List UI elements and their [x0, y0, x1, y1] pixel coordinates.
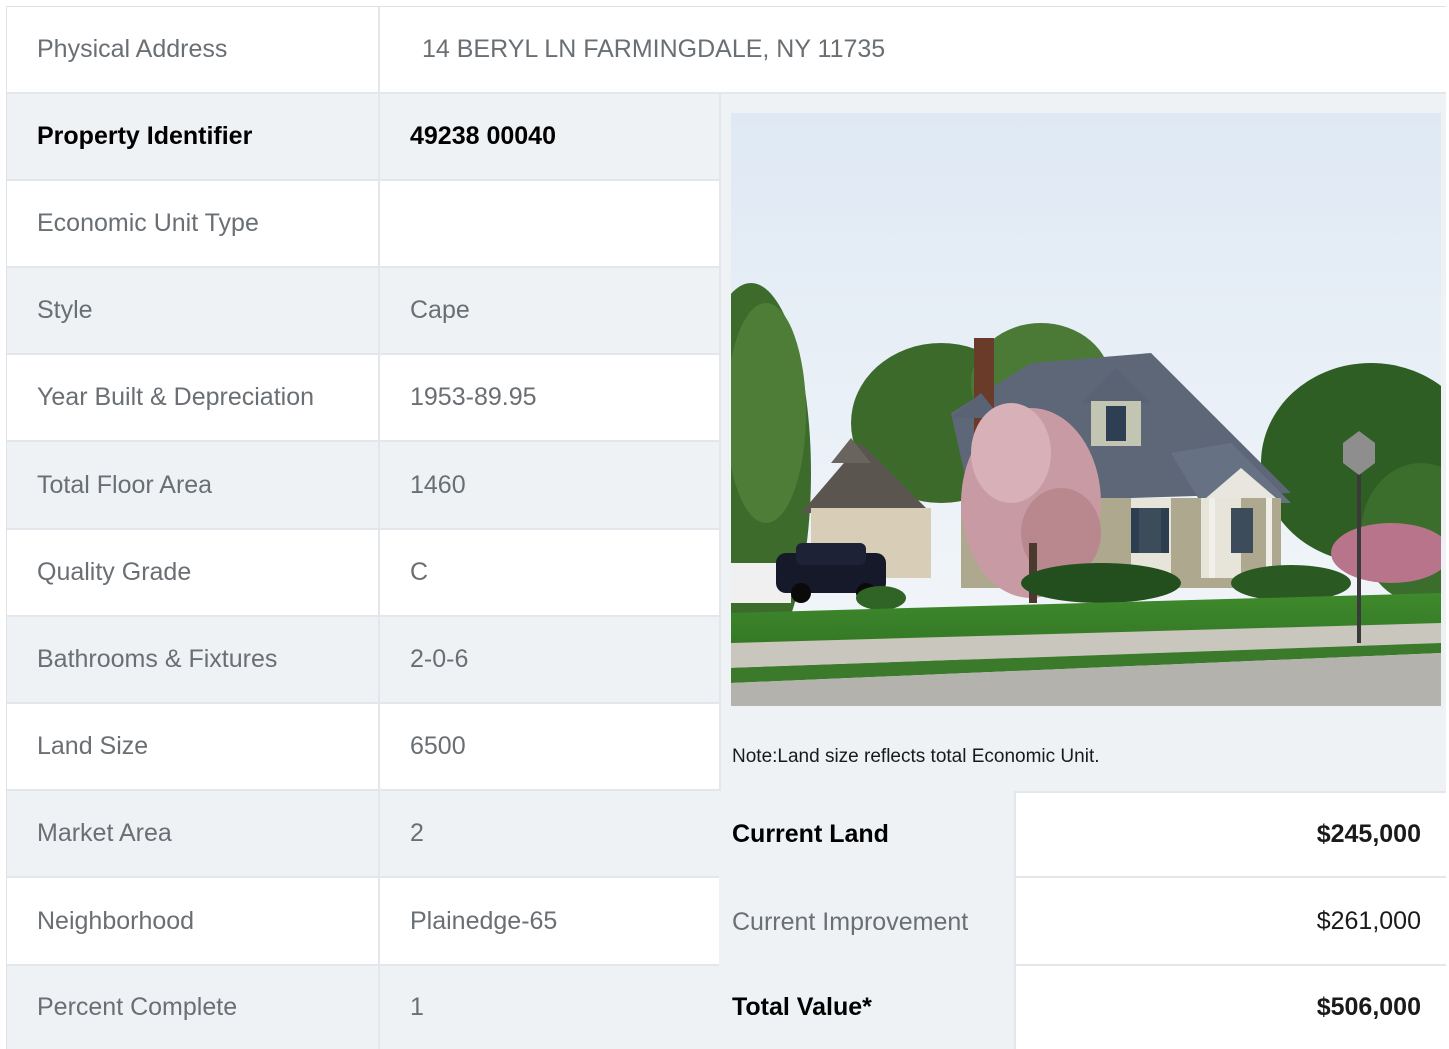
current-land-value: $245,000 — [1014, 791, 1446, 878]
year-built-value: 1953-89.95 — [378, 355, 719, 442]
physical-address-value: 14 BERYL LN FARMINGDALE, NY 11735 — [378, 7, 1446, 94]
bathrooms-fixtures-label: Bathrooms & Fixtures — [7, 617, 378, 704]
quality-grade-label: Quality Grade — [7, 530, 378, 617]
land-size-label: Land Size — [7, 704, 378, 791]
current-improvement-label: Current Improvement — [719, 878, 1014, 966]
year-built-label: Year Built & Depreciation — [7, 355, 378, 442]
percent-complete-label: Percent Complete — [7, 966, 378, 1049]
neighborhood-value: Plainedge-65 — [378, 878, 719, 966]
market-area-value: 2 — [378, 791, 719, 878]
neighborhood-label: Neighborhood — [7, 878, 378, 966]
total-floor-area-value: 1460 — [378, 442, 719, 530]
property-identifier-label: Property Identifier — [7, 94, 378, 181]
market-area-label: Market Area — [7, 791, 378, 878]
land-size-value: 6500 — [378, 704, 719, 791]
total-value-label: Total Value* — [719, 966, 1014, 1049]
property-identifier-value: 49238 00040 — [378, 94, 719, 181]
property-photo — [731, 113, 1441, 706]
current-land-label: Current Land — [719, 791, 1014, 878]
economic-unit-type-label: Economic Unit Type — [7, 181, 378, 268]
current-improvement-value: $261,000 — [1014, 878, 1446, 966]
percent-complete-value: 1 — [378, 966, 719, 1049]
total-value-value: $506,000 — [1014, 966, 1446, 1049]
economic-unit-type-value — [378, 181, 719, 268]
physical-address-label: Physical Address — [7, 7, 378, 94]
style-value: Cape — [378, 268, 719, 355]
total-floor-area-label: Total Floor Area — [7, 442, 378, 530]
style-label: Style — [7, 268, 378, 355]
land-size-note: Note:Land size reflects total Economic U… — [732, 746, 1100, 767]
bathrooms-fixtures-value: 2-0-6 — [378, 617, 719, 704]
quality-grade-value: C — [378, 530, 719, 617]
